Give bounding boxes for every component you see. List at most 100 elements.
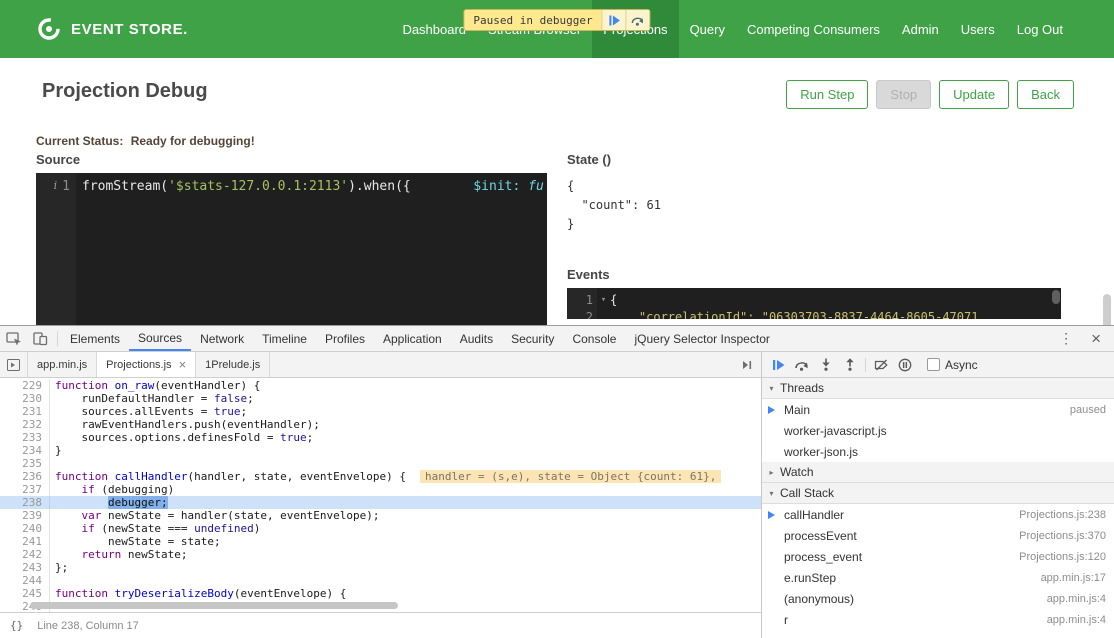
watch-section-header[interactable]: ▸ Watch [762,462,1114,483]
line-number[interactable]: 241 [0,535,50,548]
horizontal-scrollbar[interactable] [30,602,398,609]
tab-profiles[interactable]: Profiles [316,326,374,351]
events-line-number: 1 [567,292,597,309]
file-tab-app-min-js[interactable]: app.min.js [27,352,97,377]
code-line-231[interactable]: 231 sources.allEvents = true; [0,405,761,418]
line-number[interactable]: 238 [0,496,50,509]
eventstore-logo[interactable]: EVENT STORE. [36,16,188,42]
code-line-234[interactable]: 234} [0,444,761,457]
nav-item-admin[interactable]: Admin [891,0,950,58]
nav-item-users[interactable]: Users [950,0,1006,58]
line-number[interactable]: 244 [0,574,50,587]
pretty-print-button[interactable]: {} [10,619,23,632]
current-status: Current Status: Ready for debugging! [36,134,255,148]
stack-frame-e-runstep[interactable]: e.runStepapp.min.js:17 [762,567,1114,588]
stack-frame-process-event[interactable]: process_eventProjections.js:120 [762,546,1114,567]
tab-network[interactable]: Network [191,326,253,351]
step-out-button[interactable] [838,354,862,376]
stack-frame-anonymous[interactable]: (anonymous)app.min.js:4 [762,588,1114,609]
code-line-241[interactable]: 241 newState = state; [0,535,761,548]
call-stack-section-header[interactable]: ▾ Call Stack [762,483,1114,504]
source-editor[interactable]: i 1 fromStream('$stats-127.0.0.1:2113').… [36,173,547,325]
file-tab-projections-js[interactable]: Projections.js× [97,352,196,377]
state-label: State () [567,152,1061,167]
nav-item-competing-consumers[interactable]: Competing Consumers [736,0,891,58]
code-line-229[interactable]: 229function on_raw(eventHandler) { [0,379,761,392]
code-line-236[interactable]: 236function callHandler(handler, state, … [0,470,761,483]
nav-item-query[interactable]: Query [679,0,736,58]
update-button[interactable]: Update [939,80,1009,109]
line-number[interactable]: 239 [0,509,50,522]
step-over-button[interactable] [790,354,814,376]
code-line-244[interactable]: 244 [0,574,761,587]
line-number[interactable]: 236 [0,470,50,483]
events-editor[interactable]: 1▾{2 "correlationId": "06303703-8837-446… [567,288,1061,319]
tab-application[interactable]: Application [374,326,451,351]
line-number[interactable]: 234 [0,444,50,457]
code-line-232[interactable]: 232 rawEventHandlers.push(eventHandler); [0,418,761,431]
line-number[interactable]: 245 [0,587,50,600]
run-step-button[interactable]: Run Step [786,80,868,109]
code-line-text: function tryDeserializeBody(eventEnvelop… [50,587,346,600]
device-toolbar-icon[interactable] [27,326,54,351]
banner-resume-icon[interactable] [602,10,626,30]
current-status-value: Ready for debugging! [131,134,255,148]
thread-main[interactable]: Mainpaused [762,399,1114,420]
code-line-243[interactable]: 243}; [0,561,761,574]
line-number[interactable]: 231 [0,405,50,418]
tab-audits[interactable]: Audits [451,326,502,351]
tab-console[interactable]: Console [563,326,625,351]
tab-sources[interactable]: Sources [129,326,191,351]
line-number[interactable]: 242 [0,548,50,561]
pause-on-exceptions-button[interactable] [893,354,917,376]
code-line-245[interactable]: 245function tryDeserializeBody(eventEnve… [0,587,761,600]
line-number[interactable]: 240 [0,522,50,535]
source-code-view[interactable]: 229function on_raw(eventHandler) {230 ru… [0,378,761,612]
deactivate-breakpoints-button[interactable] [869,354,893,376]
code-line-242[interactable]: 242 return newState; [0,548,761,561]
tab-security[interactable]: Security [502,326,563,351]
toggle-navigator-icon[interactable] [0,352,27,377]
stack-frame-processevent[interactable]: processEventProjections.js:370 [762,525,1114,546]
inspect-element-icon[interactable] [0,326,27,351]
projection-debug-page: Projection Debug Run StepStopUpdateBack … [0,58,1114,325]
resume-script-button[interactable] [766,354,790,376]
code-line-237[interactable]: 237 if (debugging) [0,483,761,496]
async-toggle[interactable]: Async [927,358,978,372]
code-line-238[interactable]: 238 debugger; [0,496,761,509]
line-number[interactable]: 230 [0,392,50,405]
thread-worker-javascript-js[interactable]: worker-javascript.js [762,420,1114,441]
code-line-240[interactable]: 240 if (newState === undefined) [0,522,761,535]
line-number[interactable]: 232 [0,418,50,431]
code-line-239[interactable]: 239 var newState = handler(state, eventE… [0,509,761,522]
threads-section-header[interactable]: ▾ Threads [762,378,1114,399]
frame-function-name: callHandler [784,508,844,522]
stop-button[interactable]: Stop [876,80,931,109]
nav-item-log-out[interactable]: Log Out [1006,0,1074,58]
code-line-235[interactable]: 235 [0,457,761,470]
thread-worker-json-js[interactable]: worker-json.js [762,441,1114,462]
banner-step-over-icon[interactable] [626,10,650,30]
devtools-menu-icon[interactable]: ⋮ [1050,330,1082,347]
page-scrollbar[interactable] [1103,294,1111,325]
open-file-list-icon[interactable] [734,352,761,377]
line-number[interactable]: 237 [0,483,50,496]
stack-frame-callhandler[interactable]: callHandlerProjections.js:238 [762,504,1114,525]
line-number[interactable]: 233 [0,431,50,444]
file-tab-1prelude-js[interactable]: 1Prelude.js [196,352,270,377]
line-number[interactable]: 235 [0,457,50,470]
step-into-button[interactable] [814,354,838,376]
stack-frame-r[interactable]: rapp.min.js:4 [762,609,1114,630]
devtools-close-icon[interactable]: × [1082,329,1110,349]
tab-elements[interactable]: Elements [61,326,129,351]
line-number[interactable]: 229 [0,379,50,392]
async-checkbox[interactable] [927,358,940,371]
tab-jquery-selector-inspector[interactable]: jQuery Selector Inspector [625,326,778,351]
tab-timeline[interactable]: Timeline [253,326,316,351]
code-line-233[interactable]: 233 sources.options.definesFold = true; [0,431,761,444]
line-number[interactable]: 243 [0,561,50,574]
close-file-tab-icon[interactable]: × [179,358,187,371]
code-line-230[interactable]: 230 runDefaultHandler = false; [0,392,761,405]
back-button[interactable]: Back [1017,80,1074,109]
events-scrollbar[interactable] [1052,290,1060,304]
